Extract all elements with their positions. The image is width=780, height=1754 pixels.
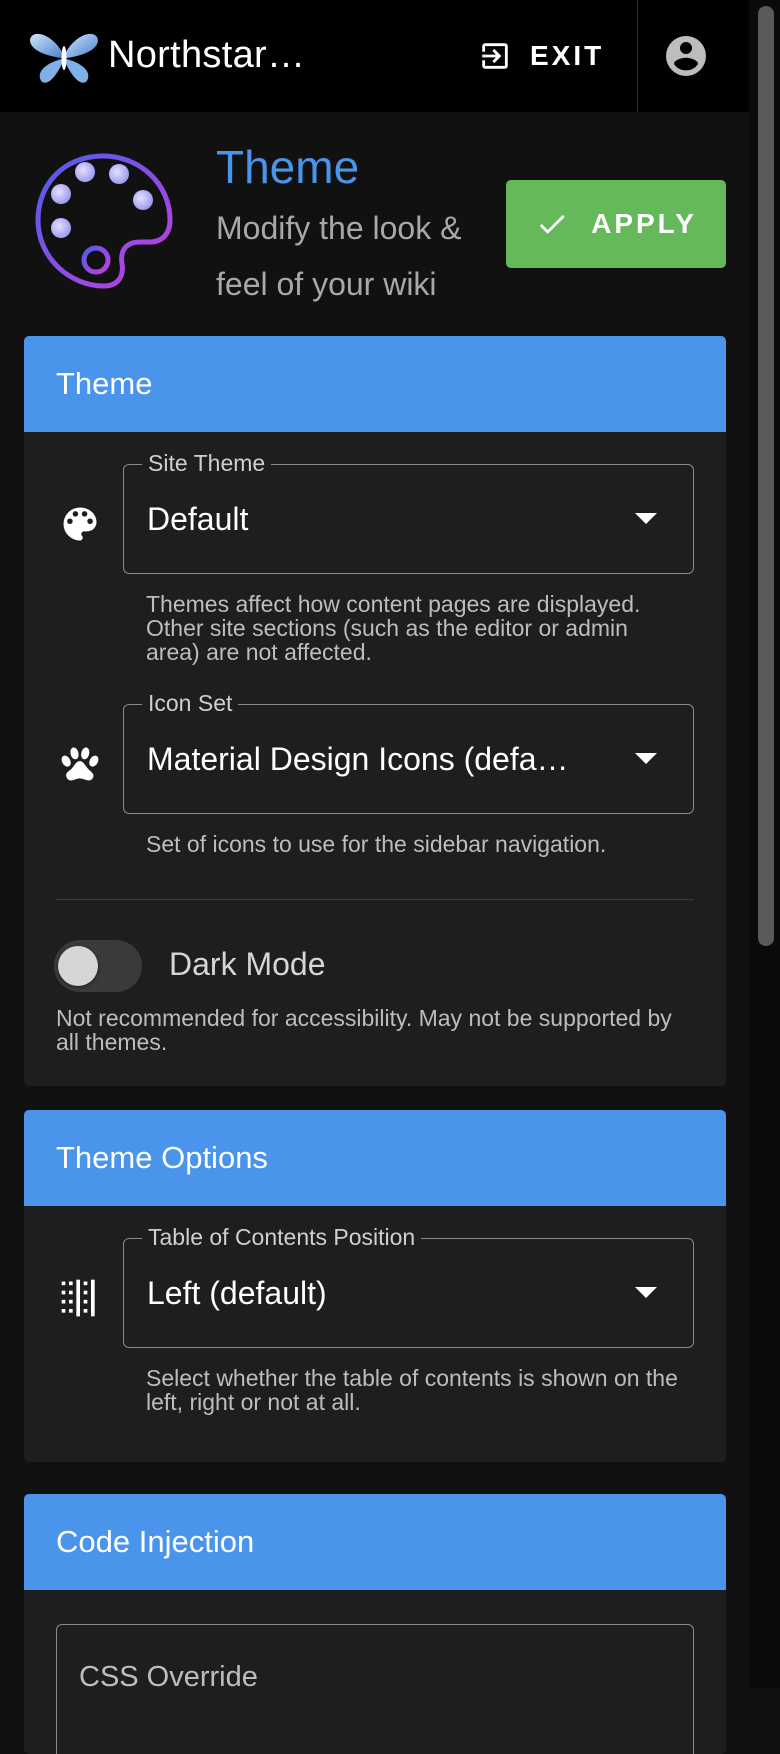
chevron-down-icon bbox=[635, 513, 657, 524]
icon-set-value: Material Design Icons (defa… bbox=[147, 741, 569, 777]
code-injection-card-header: Code Injection bbox=[24, 1494, 726, 1590]
butterfly-logo-icon[interactable] bbox=[28, 26, 100, 86]
account-circle-icon[interactable] bbox=[662, 32, 710, 80]
app-bar: Northstar… EXIT bbox=[0, 0, 749, 112]
dark-mode-toggle[interactable] bbox=[48, 936, 144, 992]
site-theme-hint: Themes affect how content pages are disp… bbox=[146, 591, 641, 665]
table-of-contents-icon bbox=[61, 1279, 95, 1317]
exit-label: EXIT bbox=[530, 40, 605, 71]
palette-icon bbox=[63, 507, 97, 541]
exit-button[interactable]: EXIT bbox=[478, 28, 618, 84]
site-theme-value: Default bbox=[147, 501, 249, 537]
toc-position-hint: Select whether the table of contents is … bbox=[146, 1365, 678, 1415]
toc-position-select[interactable]: Table of Contents Position Left (default… bbox=[123, 1224, 694, 1348]
apply-label: APPLY bbox=[591, 208, 697, 239]
exit-icon bbox=[482, 43, 508, 69]
chevron-down-icon bbox=[635, 1287, 657, 1298]
icon-set-select[interactable]: Icon Set Material Design Icons (defa… bbox=[123, 690, 694, 814]
apply-button[interactable]: APPLY bbox=[506, 180, 726, 268]
app-bar-divider bbox=[637, 0, 638, 112]
theme-options-card-header: Theme Options bbox=[24, 1110, 726, 1206]
palette-header-icon bbox=[35, 153, 173, 289]
theme-options-card: Theme Options Table of Contents Position… bbox=[24, 1110, 726, 1462]
chevron-down-icon bbox=[635, 753, 657, 764]
theme-options-card-title: Theme Options bbox=[56, 1140, 268, 1175]
css-override-label: CSS Override bbox=[79, 1661, 258, 1693]
icon-set-label: Icon Set bbox=[142, 690, 239, 717]
dark-mode-label[interactable]: Dark Mode bbox=[169, 946, 326, 983]
page-subtitle: Modify the look & feel of your wiki bbox=[216, 210, 462, 302]
toggle-knob bbox=[58, 946, 98, 986]
site-theme-select[interactable]: Site Theme Default bbox=[123, 450, 694, 574]
check-icon bbox=[539, 214, 565, 234]
theme-card: Theme Site Theme Default Themes affect h… bbox=[24, 336, 726, 1086]
theme-card-header: Theme bbox=[24, 336, 726, 432]
code-injection-card: Code Injection CSS Override bbox=[24, 1494, 726, 1754]
theme-card-title: Theme bbox=[56, 366, 153, 401]
icon-set-hint: Set of icons to use for the sidebar navi… bbox=[146, 831, 607, 857]
toc-position-label: Table of Contents Position bbox=[142, 1224, 422, 1251]
section-divider bbox=[56, 899, 694, 900]
css-override-textarea[interactable]: CSS Override bbox=[56, 1624, 694, 1754]
paw-icon bbox=[61, 747, 99, 781]
dark-mode-hint: Not recommended for accessibility. May n… bbox=[56, 1005, 672, 1055]
page-title: Theme bbox=[216, 141, 360, 193]
app-title[interactable]: Northstar… bbox=[108, 34, 305, 77]
code-injection-card-title: Code Injection bbox=[56, 1524, 255, 1559]
toc-position-value: Left (default) bbox=[147, 1275, 327, 1311]
site-theme-label: Site Theme bbox=[142, 450, 272, 477]
scrollbar-thumb[interactable] bbox=[758, 6, 774, 946]
